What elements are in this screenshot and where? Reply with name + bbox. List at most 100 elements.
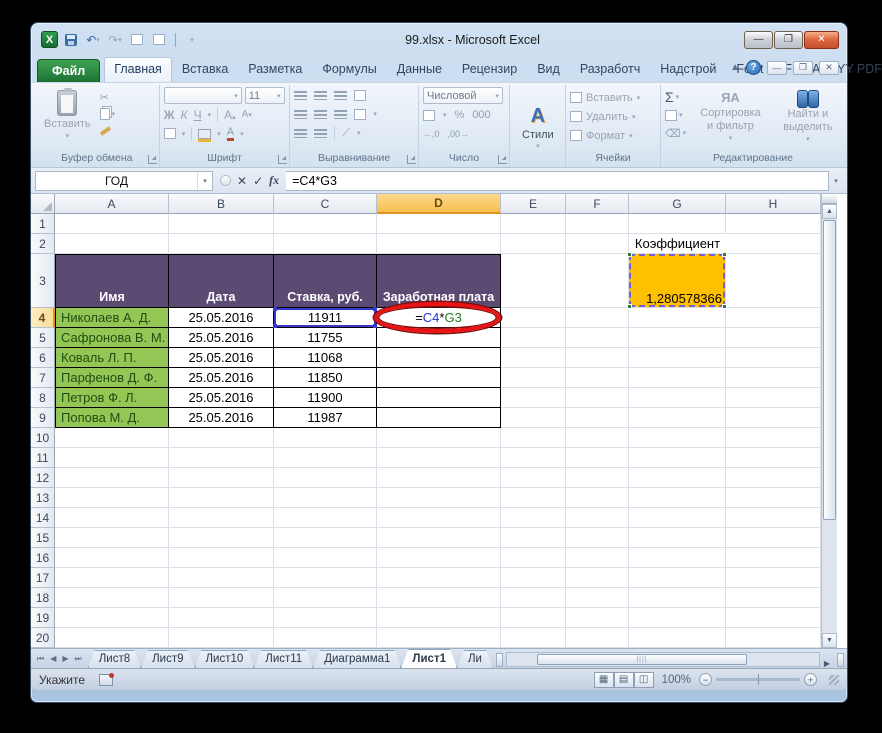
cell-C2[interactable] (274, 234, 377, 254)
cell-F17[interactable] (566, 568, 629, 588)
cell-G6[interactable] (629, 348, 726, 368)
cell-A9[interactable]: Попова М. Д. (55, 408, 169, 428)
cell-A16[interactable] (55, 548, 169, 568)
tab-разработч[interactable]: Разработч (570, 57, 650, 82)
cell-E14[interactable] (501, 508, 566, 528)
cell-B19[interactable] (169, 608, 274, 628)
range-finder-handle[interactable] (373, 307, 377, 311)
selection-handle[interactable] (627, 252, 632, 257)
number-format-combo[interactable]: Числовой ▾ (422, 87, 503, 104)
cell-E8[interactable] (501, 388, 566, 408)
cell-C10[interactable] (274, 428, 377, 448)
cell-B5[interactable]: 25.05.2016 (169, 328, 274, 348)
cell-H7[interactable] (726, 368, 821, 388)
cell-G19[interactable] (629, 608, 726, 628)
cell-D10[interactable] (377, 428, 501, 448)
cell-B15[interactable] (169, 528, 274, 548)
cell-G17[interactable] (629, 568, 726, 588)
zoom-in-icon[interactable]: + (804, 673, 817, 686)
cell-A8[interactable]: Петров Ф. Л. (55, 388, 169, 408)
cell-C17[interactable] (274, 568, 377, 588)
expand-formula-bar-icon[interactable]: ▾ (829, 177, 843, 185)
cell-C18[interactable] (274, 588, 377, 608)
cell-H16[interactable] (726, 548, 821, 568)
cell-E10[interactable] (501, 428, 566, 448)
cell-G3-coefficient[interactable]: 1,280578366 (627, 252, 727, 309)
cell-G15[interactable] (629, 528, 726, 548)
cell-G4[interactable] (629, 308, 726, 328)
close-button[interactable]: ✕ (804, 30, 839, 49)
row-header-12[interactable]: 12 (31, 468, 55, 488)
cell-C4[interactable]: 11911 (273, 307, 377, 328)
cell-B14[interactable] (169, 508, 274, 528)
doc-minimize-icon[interactable]: — (767, 60, 787, 75)
percent-icon[interactable]: % (454, 109, 464, 121)
cell-C6[interactable]: 11068 (274, 348, 377, 368)
cell-E12[interactable] (501, 468, 566, 488)
cell-E4[interactable] (501, 308, 566, 328)
clipboard-dialog-launcher[interactable] (147, 155, 157, 164)
cell-F16[interactable] (566, 548, 629, 568)
cell-A11[interactable] (55, 448, 169, 468)
horizontal-scrollbar[interactable]: |||| (505, 652, 820, 667)
cell-D5[interactable] (377, 328, 501, 348)
cell-H5[interactable] (726, 328, 821, 348)
cell-B20[interactable] (169, 628, 274, 648)
sheet-tab-ли[interactable]: Ли (457, 650, 493, 668)
column-header-E[interactable]: E (501, 194, 566, 214)
row-header-6[interactable]: 6 (31, 348, 55, 368)
zoom-level[interactable]: 100% (662, 674, 691, 686)
cell-A6[interactable]: Коваль Л. П. (55, 348, 169, 368)
cell-F18[interactable] (566, 588, 629, 608)
row-header-13[interactable]: 13 (31, 488, 55, 508)
column-header-C[interactable]: C (274, 194, 377, 214)
cell-A20[interactable] (55, 628, 169, 648)
row-header-5[interactable]: 5 (31, 328, 55, 348)
cell-G2[interactable]: Коэффициент (629, 234, 726, 254)
cell-D16[interactable] (377, 548, 501, 568)
cell-C3[interactable]: Ставка, руб. (274, 254, 377, 308)
enter-icon[interactable]: ✓ (253, 174, 263, 188)
grow-font-button[interactable]: А▴ (224, 108, 236, 122)
zoom-out-icon[interactable]: − (699, 673, 712, 686)
sheet-tab-лист8[interactable]: Лист8 (88, 650, 141, 668)
cell-C13[interactable] (274, 488, 377, 508)
cell-D20[interactable] (377, 628, 501, 648)
cell-F12[interactable] (566, 468, 629, 488)
row-header-14[interactable]: 14 (31, 508, 55, 528)
alignment-dialog-launcher[interactable] (406, 155, 416, 164)
resize-grip[interactable] (829, 674, 839, 685)
cell-D9[interactable] (377, 408, 501, 428)
cell-H15[interactable] (726, 528, 821, 548)
cell-E13[interactable] (501, 488, 566, 508)
cell-D6[interactable] (377, 348, 501, 368)
sheet-tab-лист11[interactable]: Лист11 (254, 650, 313, 668)
cell-E16[interactable] (501, 548, 566, 568)
cell-F1[interactable] (566, 214, 629, 234)
cell-D14[interactable] (377, 508, 501, 528)
align-center-icon[interactable] (314, 109, 328, 119)
cell-F8[interactable] (566, 388, 629, 408)
align-bottom-icon[interactable] (334, 90, 348, 100)
scroll-down-icon[interactable]: ▼ (822, 633, 837, 648)
range-finder-handle[interactable] (273, 307, 277, 311)
cell-C15[interactable] (274, 528, 377, 548)
align-left-icon[interactable] (294, 109, 308, 119)
tab-file[interactable]: Файл (37, 59, 101, 82)
cell-B2[interactable] (169, 234, 274, 254)
cell-F20[interactable] (566, 628, 629, 648)
cell-C12[interactable] (274, 468, 377, 488)
tab-вид[interactable]: Вид (527, 57, 570, 82)
range-finder-handle[interactable] (373, 324, 377, 328)
increase-indent-icon[interactable] (314, 128, 328, 138)
cell-B11[interactable] (169, 448, 274, 468)
cell-A5[interactable]: Сафронова В. М. (55, 328, 169, 348)
cell-E11[interactable] (501, 448, 566, 468)
range-finder-handle[interactable] (273, 324, 277, 328)
help-icon[interactable]: ? (746, 60, 761, 75)
page-break-view-icon[interactable]: ◫ (633, 671, 654, 688)
thousands-icon[interactable]: 000 (472, 109, 490, 121)
name-box[interactable]: ГОД ▾ (35, 170, 213, 191)
cell-G8[interactable] (629, 388, 726, 408)
orientation-icon[interactable]: ⟋ (342, 126, 350, 140)
